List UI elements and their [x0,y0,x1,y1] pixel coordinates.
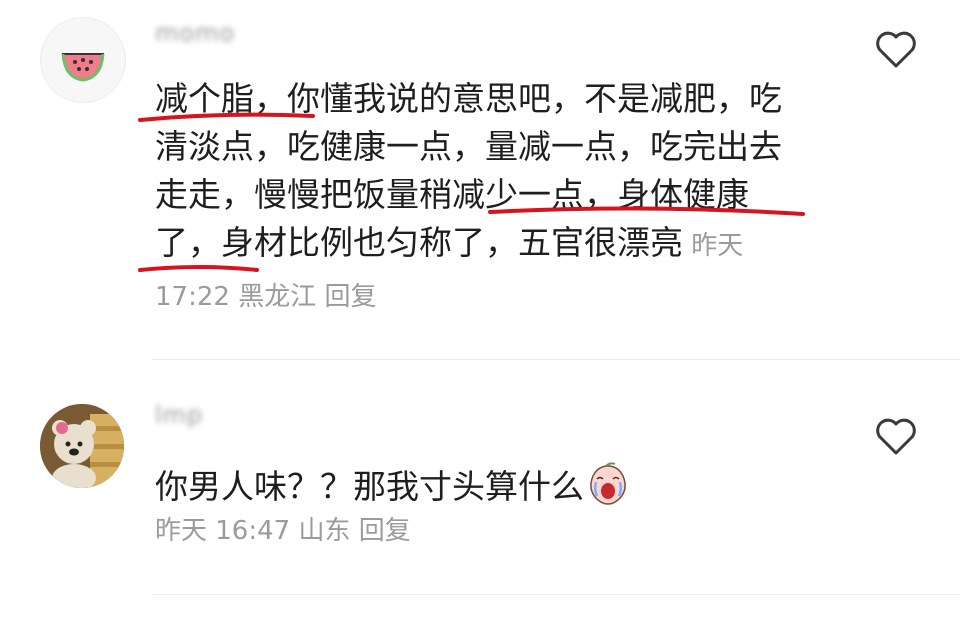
divider [152,594,960,595]
heart-outline-icon[interactable] [872,25,920,73]
reply-button[interactable]: 回复 [324,282,376,312]
comment-time: 昨天 16:47 [155,516,291,546]
comment-location: 山东 [298,516,351,546]
teddy-bear-icon [40,404,124,488]
comment-item: momo 减个脂，你懂我说的意思吧，不是减肥，吃清淡点，吃健康一点，量减一点，吃… [0,0,960,360]
username[interactable]: momo [155,18,235,48]
comment-location: 黑龙江 [238,282,317,312]
crying-peach-emoji [590,462,626,505]
user-avatar[interactable] [40,404,124,488]
comment-item: lmp 你男人味？？那我寸头算什么 昨天 16:47 山东 回复 [0,360,960,595]
comment-meta: 昨天 16:47 山东 回复 [155,510,411,547]
comment-body: 你男人味？？那我寸头算什么 [155,467,584,506]
heart-outline-icon[interactable] [872,412,920,460]
user-avatar[interactable] [40,17,126,103]
reply-button[interactable]: 回复 [359,516,411,546]
watermelon-icon [61,53,105,82]
comment-text: 减个脂，你懂我说的意思吧，不是减肥，吃清淡点，吃健康一点，量减一点，吃完出去走走… [155,75,805,321]
comment-text: 你男人味？？那我寸头算什么 [155,462,805,511]
username[interactable]: lmp [155,400,203,430]
